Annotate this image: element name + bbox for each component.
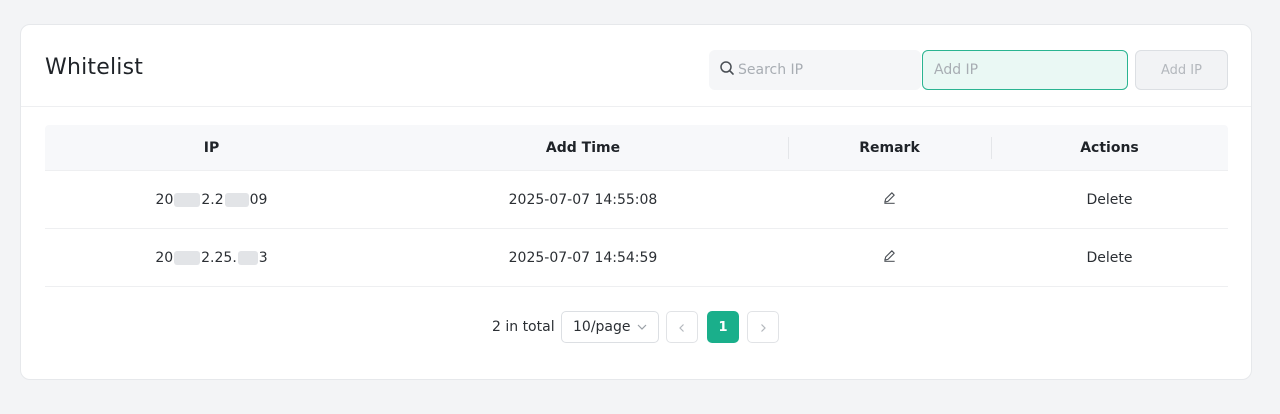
remark-cell [788, 171, 991, 228]
next-page-button[interactable] [747, 311, 779, 343]
page-size-value: 10/page [573, 319, 631, 335]
ip-cell: 20 2.2 09 [45, 171, 378, 228]
ip-segment: 09 [249, 191, 268, 208]
whitelist-card: Whitelist Add IP IP Add Time Remark Acti… [20, 24, 1252, 380]
total-count: 2 in total [492, 319, 555, 335]
search-box[interactable] [709, 50, 921, 90]
remark-cell [788, 229, 991, 286]
redacted-segment [224, 192, 249, 207]
redacted-segment [237, 250, 258, 265]
add-ip-button[interactable]: Add IP [1135, 50, 1228, 90]
column-header-ip: IP [203, 139, 220, 156]
page-size-select[interactable]: 10/page [561, 311, 659, 343]
actions-cell: Delete [991, 229, 1228, 286]
column-header-remark: Remark [788, 125, 991, 170]
card-header: Whitelist Add IP [21, 25, 1251, 107]
delete-button[interactable]: Delete [1087, 250, 1133, 266]
chevron-left-icon [677, 318, 687, 337]
table-header: IP Add Time Remark Actions [45, 125, 1228, 171]
ip-segment: 2.25. [201, 249, 237, 266]
pencil-icon[interactable] [882, 190, 897, 209]
table-row: 20 2.2 09 2025-07-07 14:55:08 Delete [45, 171, 1228, 229]
column-header-add-time: Add Time [545, 139, 621, 156]
page-number-button[interactable]: 1 [707, 311, 739, 343]
add-time-cell: 2025-07-07 14:55:08 [508, 191, 658, 208]
redacted-segment [174, 192, 201, 207]
pagination: 2 in total 10/page 1 [21, 311, 1251, 343]
add-ip-input[interactable] [922, 50, 1128, 90]
column-header-actions: Actions [991, 125, 1228, 170]
search-input[interactable] [738, 62, 918, 78]
search-icon [719, 60, 735, 80]
whitelist-table: IP Add Time Remark Actions 20 2.2 09 202… [45, 125, 1228, 287]
ip-segment: 20 [155, 191, 174, 208]
ip-segment: 20 [155, 249, 174, 266]
ip-segment: 3 [258, 249, 268, 266]
redacted-segment [174, 250, 201, 265]
add-time-cell: 2025-07-07 14:54:59 [508, 249, 658, 266]
actions-cell: Delete [991, 171, 1228, 228]
table-row: 20 2.25. 3 2025-07-07 14:54:59 Delete [45, 229, 1228, 287]
page-title: Whitelist [45, 55, 144, 80]
chevron-right-icon [758, 318, 768, 337]
ip-cell: 20 2.25. 3 [45, 229, 378, 286]
ip-segment: 2.2 [201, 191, 224, 208]
prev-page-button[interactable] [666, 311, 698, 343]
pencil-icon[interactable] [882, 248, 897, 267]
chevron-down-icon [636, 321, 648, 337]
delete-button[interactable]: Delete [1087, 192, 1133, 208]
